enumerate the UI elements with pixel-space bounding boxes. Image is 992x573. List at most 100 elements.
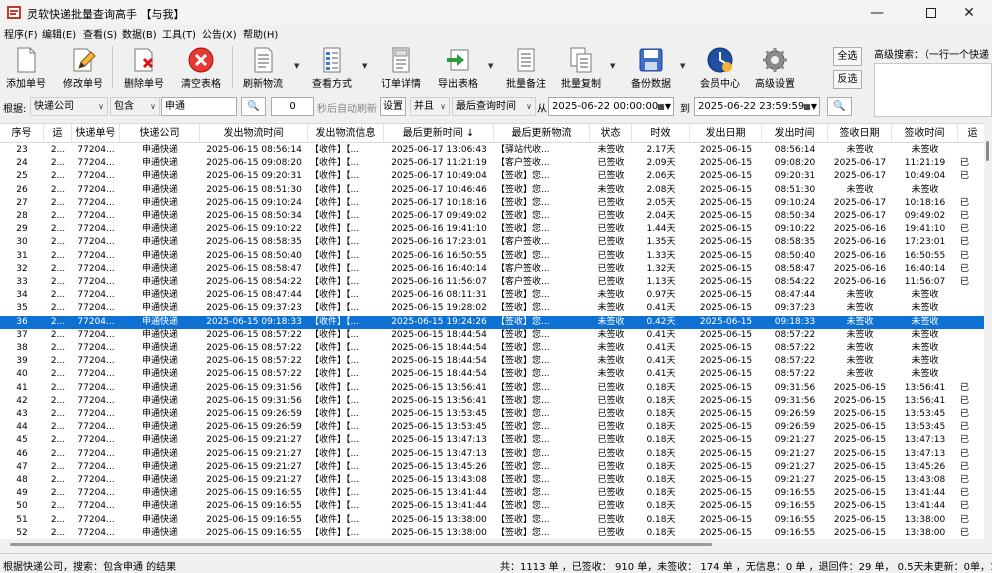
column-header[interactable]: 快递单号 — [72, 124, 120, 143]
export-dropdown-icon[interactable]: ▼ — [488, 62, 493, 70]
advanced-settings-button[interactable]: 高级设置 — [752, 44, 798, 90]
filter-keyword-input[interactable]: 申通 — [161, 97, 237, 116]
filter-field-select[interactable]: 快递公司 ∨ — [30, 97, 108, 116]
table-row[interactable]: 36 2... 77204... 申通快递 2025-06-15 09:18:33 【收件… — [0, 315, 984, 329]
vertical-scroll-thumb[interactable] — [986, 141, 989, 161]
table-row[interactable]: 30 2... 77204... 申通快递 2025-06-15 08:58:35 【收件… — [0, 236, 984, 249]
column-header[interactable]: 状态 — [590, 124, 632, 143]
table-row[interactable]: 41 2... 77204... 申通快递 2025-06-15 09:31:56 【收件… — [0, 382, 984, 395]
menu-program[interactable]: 程序(F) — [4, 26, 38, 41]
horizontal-scroll-thumb[interactable] — [10, 543, 712, 546]
menu-edit[interactable]: 编辑(E) — [42, 26, 76, 41]
column-header[interactable]: 运 — [958, 124, 984, 143]
table-row[interactable]: 33 2... 77204... 申通快递 2025-06-15 08:54:22 【收件… — [0, 276, 984, 289]
column-header[interactable]: 快递公司 — [120, 124, 200, 143]
table-row[interactable]: 32 2... 77204... 申通快递 2025-06-15 08:58:47 【收件… — [0, 263, 984, 276]
column-header[interactable]: 运 — [44, 124, 72, 143]
time-field-select[interactable]: 最后查询时间 ∨ — [452, 97, 536, 116]
menu-view[interactable]: 查看(S) — [83, 26, 117, 41]
table-row[interactable]: 37 2... 77204... 申通快递 2025-06-15 08:57:22 【收件… — [0, 329, 984, 342]
table-row[interactable]: 31 2... 77204... 申通快递 2025-06-15 08:50:40 【收件… — [0, 250, 984, 263]
column-header[interactable]: 签收日期 — [828, 124, 892, 143]
table-row[interactable]: 26 2... 77204... 申通快递 2025-06-15 08:51:30 【收件… — [0, 184, 984, 197]
table-row[interactable]: 24 2... 77204... 申通快递 2025-06-15 09:08:20 【收件… — [0, 157, 984, 170]
table-header: 序号运快递单号 快递公司 发出物流时间 发出物流信息 最后更新时间 ↓ 最后更新物流 状态时… — [0, 124, 984, 143]
column-header[interactable]: 时效 — [632, 124, 690, 143]
table-row[interactable]: 51 2... 77204... 申通快递 2025-06-15 09:16:55 【收件… — [0, 514, 984, 527]
column-header[interactable]: 最后更新物流 — [494, 124, 590, 143]
clear-table-button[interactable]: 清空表格 — [176, 44, 226, 90]
table-row[interactable]: 28 2... 77204... 申通快递 2025-06-15 08:50:34 【收件… — [0, 210, 984, 223]
auto-refresh-seconds-input[interactable]: 0 — [271, 97, 314, 116]
menu-help[interactable]: 帮助(H) — [243, 26, 278, 41]
copy-dropdown-icon[interactable]: ▼ — [610, 62, 615, 70]
order-detail-button[interactable]: 订单详情 — [376, 44, 426, 90]
column-header[interactable]: 发出时间 — [762, 124, 828, 143]
column-header[interactable]: 发出物流信息 — [308, 124, 384, 143]
column-header[interactable]: 发出日期 — [690, 124, 762, 143]
table-row[interactable]: 23 2... 77204... 申通快递 2025-06-15 08:56:14 【收件… — [0, 144, 984, 157]
table-row[interactable]: 44 2... 77204... 申通快递 2025-06-15 09:26:59 【收件… — [0, 421, 984, 434]
table-cell: 77204... — [77, 145, 115, 155]
from-datetime-picker[interactable]: 2025-06-22 00:00:00 ▦▼ — [548, 97, 674, 116]
table-row[interactable]: 40 2... 77204... 申通快递 2025-06-15 08:57:22 【收件… — [0, 368, 984, 381]
backup-dropdown-icon[interactable]: ▼ — [680, 62, 685, 70]
table-row[interactable]: 52 2... 77204... 申通快递 2025-06-15 09:16:55 【收件… — [0, 527, 984, 539]
table-row[interactable]: 29 2... 77204... 申通快递 2025-06-15 09:10:22 【收件… — [0, 223, 984, 236]
table-cell: 【收件】【... — [310, 316, 360, 327]
table-row[interactable]: 38 2... 77204... 申通快递 2025-06-15 08:57:22 【收件… — [0, 342, 984, 355]
close-button[interactable]: ✕ — [946, 0, 992, 25]
batch-copy-button[interactable]: 批量复制 — [556, 44, 606, 90]
table-row[interactable]: 50 2... 77204... 申通快递 2025-06-15 09:16:55 【收件… — [0, 500, 984, 513]
table-cell — [958, 302, 984, 315]
view-dropdown-icon[interactable]: ▼ — [362, 62, 367, 70]
table-row[interactable]: 27 2... 77204... 申通快递 2025-06-15 09:10:24 【收件… — [0, 197, 984, 210]
table-row[interactable]: 45 2... 77204... 申通快递 2025-06-15 09:21:27 【收件… — [0, 434, 984, 447]
table-row[interactable]: 46 2... 77204... 申通快递 2025-06-15 09:21:27 【收件… — [0, 448, 984, 461]
minimize-button[interactable]: — — [854, 0, 900, 25]
table-row[interactable]: 25 2... 77204... 申通快递 2025-06-15 09:20:31 【收件… — [0, 170, 984, 183]
filter-operator-select[interactable]: 包含 ∨ — [110, 97, 160, 116]
table-cell: 申通快递 — [141, 501, 178, 512]
table-row[interactable]: 39 2... 77204... 申通快递 2025-06-15 08:57:22 【收件… — [0, 355, 984, 368]
invert-selection-button[interactable]: 反选 — [833, 70, 862, 89]
column-header[interactable]: 序号 — [0, 124, 44, 143]
column-header[interactable]: 签收时间 — [892, 124, 958, 143]
table-row[interactable]: 35 2... 77204... 申通快递 2025-06-15 09:37:23 【收件… — [0, 302, 984, 315]
to-datetime-picker[interactable]: 2025-06-22 23:59:59 ▦▼ — [694, 97, 820, 116]
member-center-button[interactable]: 会员中心 — [696, 44, 744, 90]
edit-order-button[interactable]: 修改单号 — [60, 44, 106, 90]
horizontal-scrollbar[interactable] — [0, 539, 992, 549]
menu-data[interactable]: 数据(B) — [122, 26, 157, 41]
export-table-button[interactable]: 导出表格 — [432, 44, 484, 90]
refresh-dropdown-icon[interactable]: ▼ — [294, 62, 299, 70]
menu-tools[interactable]: 工具(T) — [162, 26, 196, 41]
logic-select[interactable]: 并且 ∨ — [410, 97, 450, 116]
table-cell: 27 — [16, 197, 28, 208]
table-row[interactable]: 43 2... 77204... 申通快递 2025-06-15 09:26:59 【收件… — [0, 408, 984, 421]
search-button[interactable]: 🔍 — [241, 97, 266, 116]
refresh-logistics-button[interactable]: 刷新物流 — [238, 44, 288, 90]
batch-note-button[interactable]: 批量备注 — [502, 44, 550, 90]
table-cell: 77204... — [77, 435, 115, 446]
menu-notice[interactable]: 公告(X) — [202, 26, 237, 41]
column-header[interactable]: 发出物流时间 — [200, 124, 308, 143]
advanced-search-input[interactable] — [874, 63, 992, 117]
add-order-button[interactable]: 添加单号 — [2, 44, 50, 90]
calendar-dropdown-icon[interactable]: ▦▼ — [803, 98, 817, 115]
vertical-scrollbar[interactable] — [984, 123, 992, 539]
backup-data-button[interactable]: 备份数据 — [626, 44, 676, 90]
table-row[interactable]: 49 2... 77204... 申通快递 2025-06-15 09:16:55 【收件… — [0, 487, 984, 500]
table-cell: 已 — [960, 277, 970, 287]
table-row[interactable]: 47 2... 77204... 申通快递 2025-06-15 09:21:27 【收件… — [0, 461, 984, 474]
calendar-dropdown-icon[interactable]: ▦▼ — [657, 98, 671, 115]
table-row[interactable]: 48 2... 77204... 申通快递 2025-06-15 09:21:27 【收件… — [0, 474, 984, 487]
delete-order-button[interactable]: 删除单号 — [120, 44, 168, 90]
date-search-button[interactable]: 🔍 — [827, 97, 852, 116]
view-mode-button[interactable]: 查看方式 — [306, 44, 358, 90]
select-all-button[interactable]: 全选 — [833, 47, 862, 66]
table-row[interactable]: 34 2... 77204... 申通快递 2025-06-15 08:47:44 【收件… — [0, 289, 984, 302]
settings-button[interactable]: 设置 — [380, 97, 406, 116]
column-header[interactable]: 最后更新时间 ↓ — [384, 124, 494, 143]
table-row[interactable]: 42 2... 77204... 申通快递 2025-06-15 09:31:56 【收件… — [0, 395, 984, 408]
